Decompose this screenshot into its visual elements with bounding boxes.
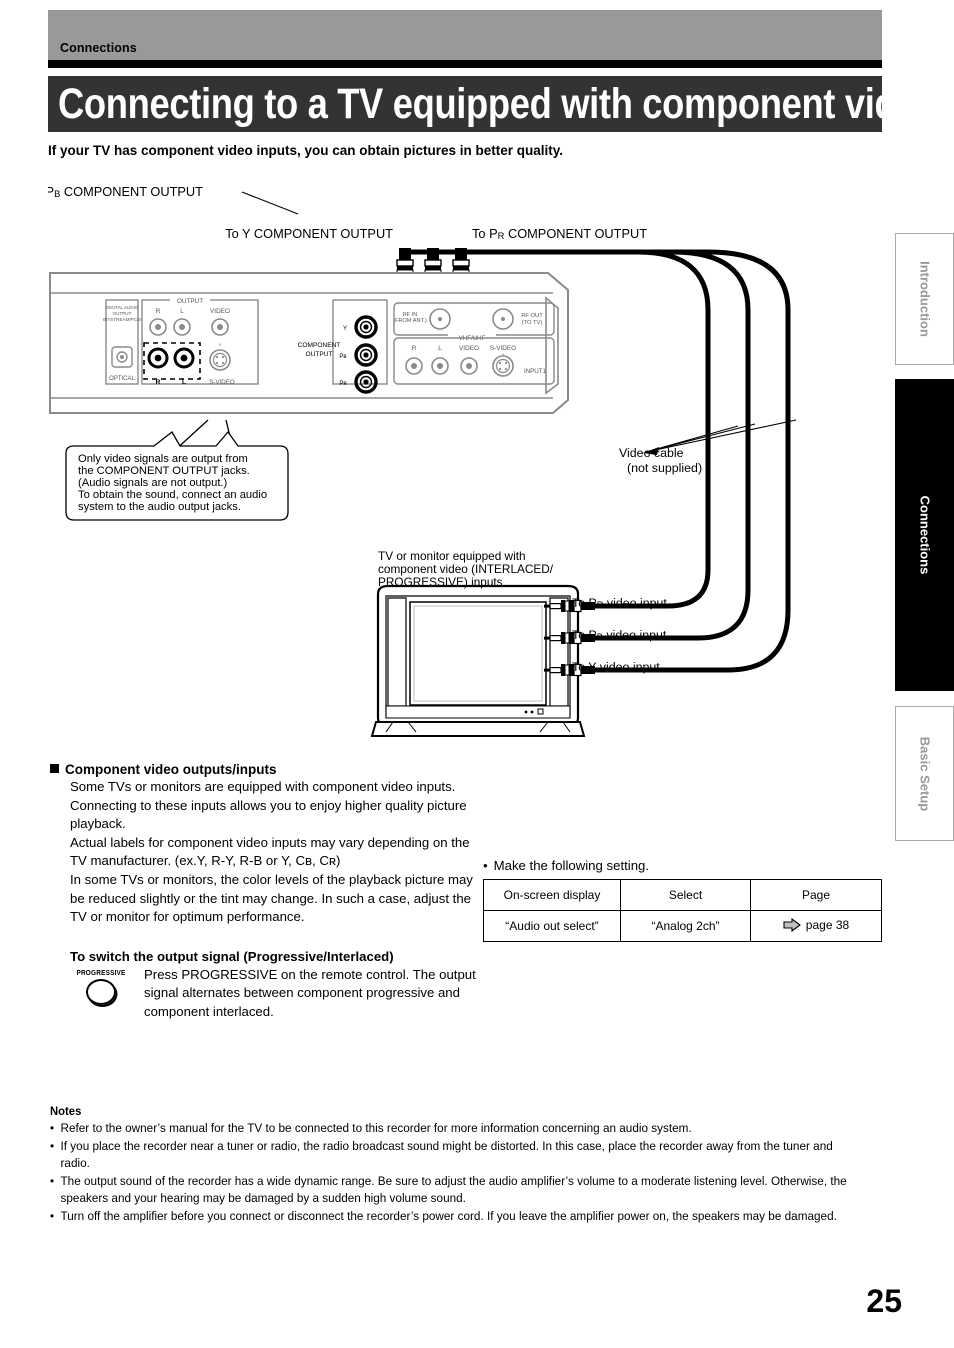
- svg-text:OUTPUT: OUTPUT: [305, 351, 332, 358]
- section-paragraph: Actual labels for component video inputs…: [70, 834, 470, 869]
- label-to-pr-component-output: To PR COMPONENT OUTPUT: [472, 226, 647, 241]
- svg-text:S-VIDEO: S-VIDEO: [209, 379, 235, 386]
- callout-line-3: (Audio signals are not output.): [78, 477, 228, 489]
- section-heading-text: Component video outputs/inputs: [65, 762, 277, 777]
- label-tv-caption-2: component video (INTERLACED/: [378, 562, 554, 576]
- svg-text:L: L: [438, 345, 442, 352]
- label-tv-caption-3: PROGRESSIVE) inputs: [378, 575, 503, 589]
- note-item: Refer to the owner’s manual for the TV t…: [50, 1120, 852, 1138]
- progressive-instruction-text: Press PROGRESSIVE on the remote control.…: [144, 966, 476, 1019]
- setting-table: On-screen display Select Page “Audio out…: [483, 879, 882, 942]
- svg-text:L: L: [182, 379, 186, 386]
- label-tv-caption-1: TV or monitor equipped with: [378, 549, 526, 563]
- component-video-section: Component video outputs/inputs Some TVs …: [50, 762, 480, 1028]
- notes-heading: Notes: [50, 1104, 82, 1118]
- label-video-cable-2: (not supplied): [627, 461, 702, 475]
- column-header-select: Select: [620, 879, 751, 911]
- svg-text:VIDEO: VIDEO: [459, 345, 479, 352]
- section-header-label: Connections: [60, 41, 137, 55]
- svg-text:R: R: [412, 345, 417, 352]
- svg-text:S-VIDEO: S-VIDEO: [490, 345, 516, 352]
- callout-line-2: the COMPONENT OUTPUT jacks.: [78, 465, 250, 477]
- svg-text:L: L: [180, 308, 184, 315]
- svg-text:OUTPUT: OUTPUT: [177, 298, 203, 305]
- callout-line-1: Only video signals are output from: [78, 453, 248, 465]
- svg-text:(FROM ANT.): (FROM ANT.): [393, 318, 427, 324]
- note-item: Turn off the amplifier before you connec…: [50, 1208, 852, 1226]
- bullet-square-icon: [50, 764, 59, 773]
- progressive-button-icon: PROGRESSIVE: [70, 968, 132, 1005]
- label-to-y-component-output: To Y COMPONENT OUTPUT: [225, 226, 393, 241]
- svg-text:DIGITAL AUDIO: DIGITAL AUDIO: [106, 305, 139, 310]
- sidebar-tab-basic-setup[interactable]: Basic Setup: [895, 706, 954, 841]
- column-header-onscreen: On-screen display: [483, 879, 621, 911]
- page-title-band: Connecting to a TV equipped with compone…: [48, 76, 882, 132]
- note-item: The output sound of the recorder has a w…: [50, 1173, 852, 1208]
- callout-line-4: To obtain the sound, connect an audio: [78, 489, 267, 501]
- page-reference-text[interactable]: page 38: [806, 918, 849, 932]
- table-row: “Audio out select” “Analog 2ch” page 38: [483, 910, 882, 942]
- svg-text:INPUT1: INPUT1: [524, 368, 547, 375]
- connection-diagram: DIGITAL AUDIO OUTPUT BITSTREAM/PCM OPTIC…: [48, 170, 888, 760]
- sidebar-tab-connections[interactable]: Connections: [895, 379, 954, 691]
- callout-line-5: system to the audio output jacks.: [78, 501, 241, 513]
- switch-output-heading: To switch the output signal (Progressive…: [70, 948, 394, 964]
- section-header-band: Connections: [48, 10, 882, 60]
- cell-select: “Analog 2ch”: [620, 910, 751, 942]
- note-item: If you place the recorder near a tuner o…: [50, 1138, 852, 1173]
- section-heading: Component video outputs/inputs: [50, 762, 480, 777]
- table-header-row: On-screen display Select Page: [483, 879, 882, 911]
- make-setting-line: • Make the following setting.: [483, 858, 883, 873]
- svg-text:Pʀ: Pʀ: [339, 381, 347, 387]
- progressive-instruction-block: PROGRESSIVE Press PROGRESSIVE on the rem…: [70, 966, 480, 1028]
- make-setting-text: Make the following setting.: [493, 858, 650, 873]
- label-to-pb-video-input: To PB video input: [572, 628, 667, 642]
- svg-text:R: R: [156, 308, 161, 315]
- header-divider-rule: [48, 60, 882, 68]
- progressive-button-label: PROGRESSIVE: [76, 967, 126, 977]
- label-to-y-video-input: To Y video input: [572, 660, 660, 674]
- label-to-pr-video-input: To PR video input: [572, 596, 667, 610]
- section-paragraph: Some TVs or monitors are equipped with c…: [70, 779, 467, 832]
- label-video-cable-1: Video cable: [619, 446, 684, 460]
- label-to-pb-component-output: To PB COMPONENT OUTPUT: [48, 184, 203, 199]
- svg-text:Y: Y: [343, 326, 347, 332]
- bullet-glyph: •: [483, 858, 488, 873]
- sidebar-tab-label: Introduction: [917, 261, 932, 337]
- progressive-button-ring: [86, 978, 116, 1005]
- svg-text:BITSTREAM/PCM: BITSTREAM/PCM: [103, 317, 141, 322]
- page-title: Connecting to a TV equipped with compone…: [58, 80, 882, 128]
- cell-onscreen-display: “Audio out select”: [483, 910, 621, 942]
- svg-text:VIDEO: VIDEO: [210, 308, 230, 315]
- svg-text:RF OUT: RF OUT: [521, 313, 543, 319]
- sidebar-tab-introduction[interactable]: Introduction: [895, 233, 954, 365]
- sidebar-tab-label: Basic Setup: [917, 736, 932, 811]
- cell-page: page 38: [750, 910, 882, 942]
- svg-text:(TO TV): (TO TV): [522, 320, 543, 326]
- svg-text:OUTPUT: OUTPUT: [113, 311, 132, 316]
- page-subtitle: If your TV has component video inputs, y…: [48, 143, 564, 158]
- svg-text:COMPONENT: COMPONENT: [298, 342, 341, 349]
- svg-text:Pʙ: Pʙ: [339, 354, 346, 360]
- svg-text:OPTICAL: OPTICAL: [109, 376, 135, 382]
- section-paragraph: In some TVs or monitors, the color level…: [70, 871, 473, 925]
- page-arrow-icon: [783, 917, 801, 935]
- page-number: 25: [866, 1283, 902, 1319]
- sidebar-tab-label: Connections: [917, 495, 932, 575]
- setting-panel: • Make the following setting. On-screen d…: [483, 858, 883, 942]
- notes-section: Notes Refer to the owner’s manual for th…: [50, 1104, 890, 1225]
- svg-text:R: R: [156, 379, 161, 386]
- svg-text:Y: Y: [219, 342, 222, 347]
- notes-list: Refer to the owner’s manual for the TV t…: [50, 1120, 890, 1225]
- column-header-page: Page: [750, 879, 882, 911]
